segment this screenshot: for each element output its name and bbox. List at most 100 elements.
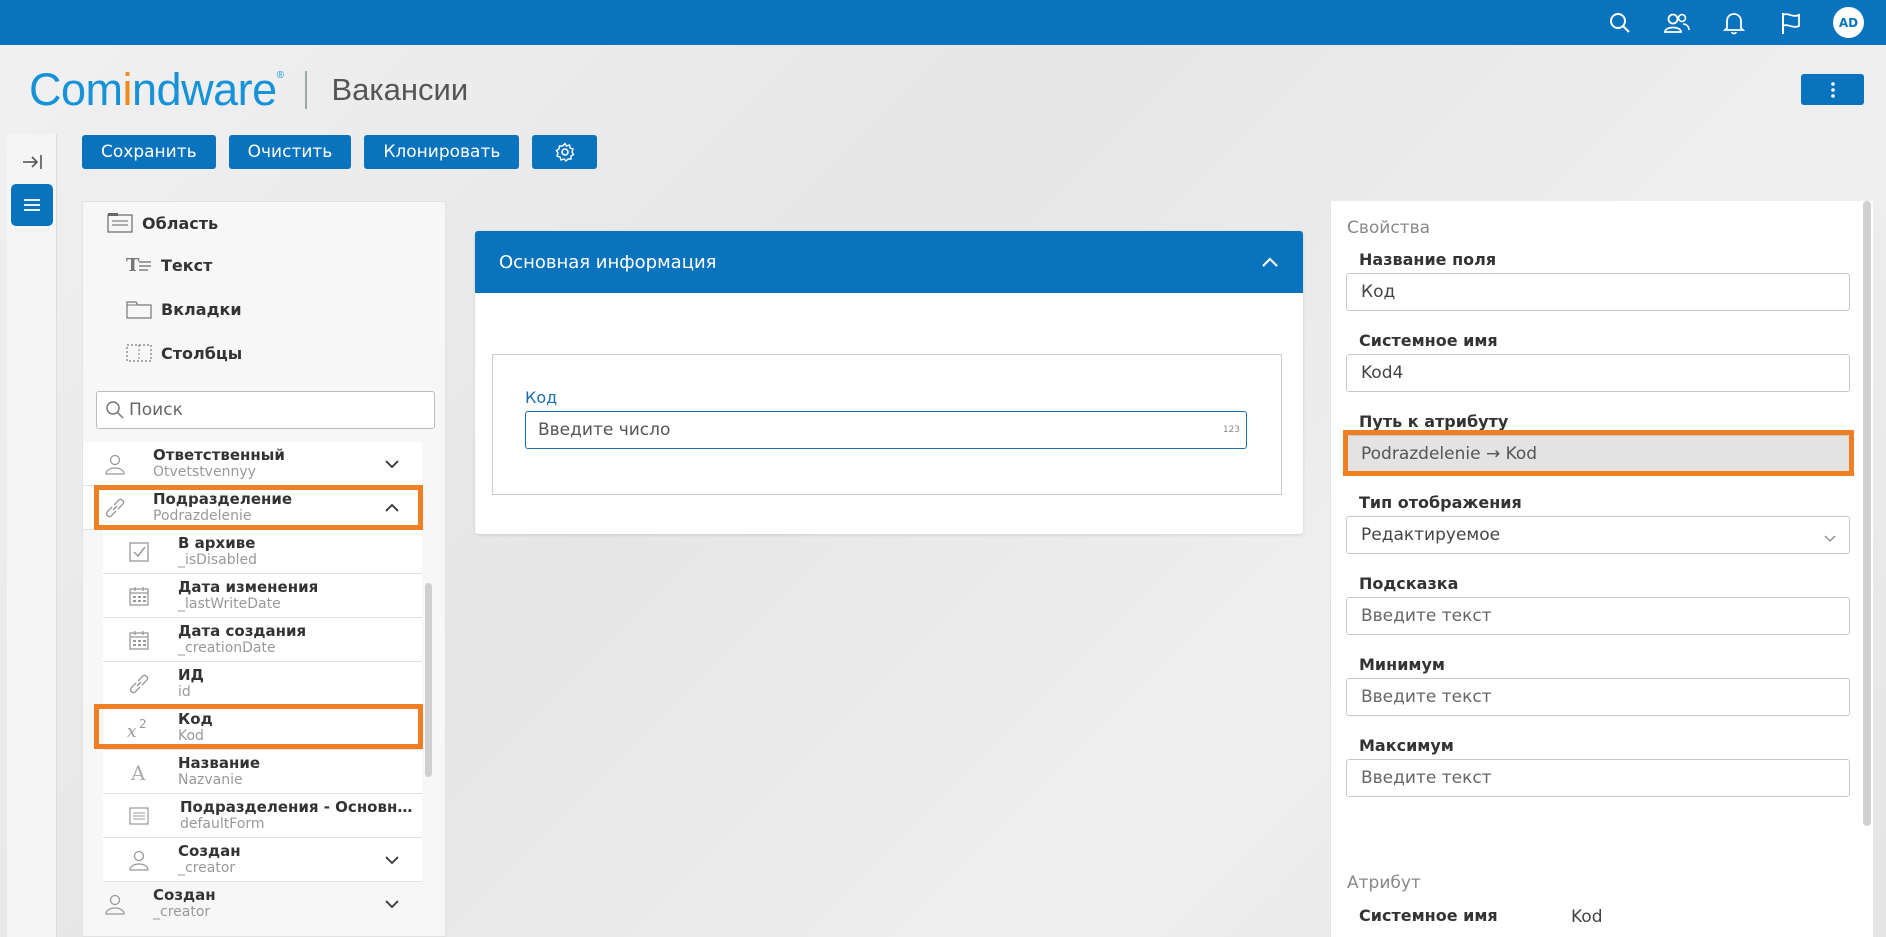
page-title: Вакансии	[331, 72, 469, 107]
system-name-field[interactable]	[1346, 354, 1850, 392]
kod-field-label: Код	[525, 388, 558, 407]
text-a-icon: A	[125, 758, 153, 786]
flag-icon[interactable]	[1776, 8, 1806, 38]
maximum-field[interactable]	[1346, 759, 1850, 797]
svg-text:A: A	[130, 761, 146, 783]
arrow-to-right-icon	[23, 155, 42, 169]
attribute-system-name-value: Kod	[1571, 907, 1603, 927]
number-type-badge: 123	[1222, 425, 1240, 435]
system-name-label: Системное имя	[1359, 331, 1498, 350]
chevron-down-icon	[1823, 528, 1837, 548]
attribute-section-title: Атрибут	[1347, 873, 1421, 893]
clone-button[interactable]: Клонировать	[364, 135, 520, 169]
kod-number-field[interactable]: 123	[525, 411, 1247, 449]
link-icon	[101, 494, 129, 522]
save-button[interactable]: Сохранить	[82, 135, 216, 169]
kod-number-input[interactable]	[538, 420, 1198, 440]
field-name-input[interactable]	[1361, 282, 1831, 302]
palette-search[interactable]	[96, 391, 435, 429]
display-type-label: Тип отображения	[1359, 493, 1522, 512]
calendar-icon	[125, 582, 153, 610]
area-icon	[107, 212, 133, 234]
attribute-path-label: Путь к атрибуту	[1359, 412, 1509, 431]
tree-row-otvetstvennyy[interactable]: Ответственный Otvetstvennyy	[83, 442, 422, 486]
minimum-input[interactable]	[1361, 687, 1831, 707]
properties-title: Свойства	[1347, 218, 1431, 238]
more-vertical-icon	[1830, 81, 1835, 98]
tree-row-defaultform[interactable]: Подразделения - Основная... defaultForm	[103, 794, 422, 838]
chevron-up-icon	[1262, 257, 1278, 267]
field-container[interactable]: Код 123	[492, 354, 1282, 495]
tabs-icon	[126, 299, 152, 319]
section-title: Основная информация	[499, 251, 717, 273]
palette-item-tabs[interactable]: Вкладки	[126, 299, 242, 319]
collapse-panel-button[interactable]	[11, 141, 53, 183]
more-menu-button[interactable]	[1801, 74, 1864, 105]
form-icon	[125, 802, 153, 830]
display-type-value: Редактируемое	[1361, 525, 1501, 545]
calendar-icon	[125, 626, 153, 654]
link-icon	[125, 670, 153, 698]
checkbox-icon	[125, 538, 153, 566]
display-type-select[interactable]: Редактируемое	[1346, 516, 1850, 554]
header-divider	[305, 71, 308, 109]
settings-button[interactable]	[532, 135, 598, 169]
chevron-down-icon[interactable]	[382, 454, 402, 474]
app-header: Comindware® Вакансии	[29, 62, 468, 118]
columns-icon	[126, 343, 152, 363]
user-icon	[125, 846, 153, 874]
top-bar: AD	[0, 0, 1886, 45]
hint-label: Подсказка	[1359, 574, 1459, 593]
palette-item-area[interactable]: Область	[107, 212, 218, 234]
tree-row-nazvanie[interactable]: A Название Nazvanie	[103, 750, 422, 794]
tree-row-id[interactable]: ИД id	[103, 662, 422, 706]
tree-row-creator[interactable]: Создан _creator	[103, 838, 422, 882]
properties-panel: Свойства Название поля Системное имя Пут…	[1330, 201, 1873, 937]
form-section-panel: Основная информация Код 123	[475, 231, 1303, 534]
number-icon: x2	[125, 714, 153, 742]
maximum-input[interactable]	[1361, 768, 1831, 788]
tree-row-isdisabled[interactable]: В архиве _isDisabled	[103, 530, 422, 574]
hint-input[interactable]	[1361, 606, 1831, 626]
tree-row-lastwritedate[interactable]: Дата изменения _lastWriteDate	[103, 574, 422, 618]
search-icon[interactable]	[1605, 8, 1635, 38]
palette-item-columns[interactable]: Столбцы	[126, 343, 242, 363]
tree-row-kod[interactable]: x2 Код Kod	[103, 706, 422, 750]
chevron-up-icon[interactable]	[382, 498, 402, 518]
users-icon[interactable]	[1662, 8, 1692, 38]
avatar[interactable]: AD	[1833, 7, 1864, 38]
attribute-path-field: Podrazdelenie → Kod	[1346, 435, 1850, 473]
chevron-down-icon[interactable]	[382, 894, 402, 914]
minimum-field[interactable]	[1346, 678, 1850, 716]
bell-icon[interactable]	[1719, 8, 1749, 38]
palette-item-text[interactable]: T Текст	[126, 255, 212, 275]
palette-scrollbar[interactable]	[425, 583, 432, 777]
hint-field[interactable]	[1346, 597, 1850, 635]
svg-text:2: 2	[139, 717, 147, 731]
tree-row-podrazdelenie[interactable]: Подразделение Podrazdelenie	[83, 486, 422, 530]
gear-icon	[555, 142, 575, 162]
system-name-input[interactable]	[1361, 363, 1831, 383]
user-icon	[101, 890, 129, 918]
tree-row-creationdate[interactable]: Дата создания _creationDate	[103, 618, 422, 662]
search-input[interactable]	[129, 400, 419, 420]
maximum-label: Максимум	[1359, 736, 1454, 755]
svg-text:x: x	[127, 722, 137, 739]
field-name-label: Название поля	[1359, 250, 1497, 269]
properties-scrollbar[interactable]	[1863, 201, 1871, 826]
form-menu-button[interactable]	[11, 184, 53, 226]
text-icon: T	[126, 255, 152, 275]
comindware-logo: Comindware®	[29, 64, 284, 115]
clear-button[interactable]: Очистить	[228, 135, 352, 169]
components-panel: Область T Текст Вкладки Столбцы Ответств…	[82, 201, 446, 937]
left-rail	[7, 134, 57, 937]
menu-icon	[24, 199, 40, 211]
form-toolbar: Сохранить Очистить Клонировать	[82, 135, 598, 169]
chevron-down-icon[interactable]	[382, 850, 402, 870]
user-icon	[101, 450, 129, 478]
tree-row-creator-root[interactable]: Создан _creator	[83, 882, 422, 926]
section-header[interactable]: Основная информация	[475, 231, 1303, 293]
search-icon	[106, 401, 124, 419]
minimum-label: Минимум	[1359, 655, 1445, 674]
field-name-field[interactable]	[1346, 273, 1850, 311]
